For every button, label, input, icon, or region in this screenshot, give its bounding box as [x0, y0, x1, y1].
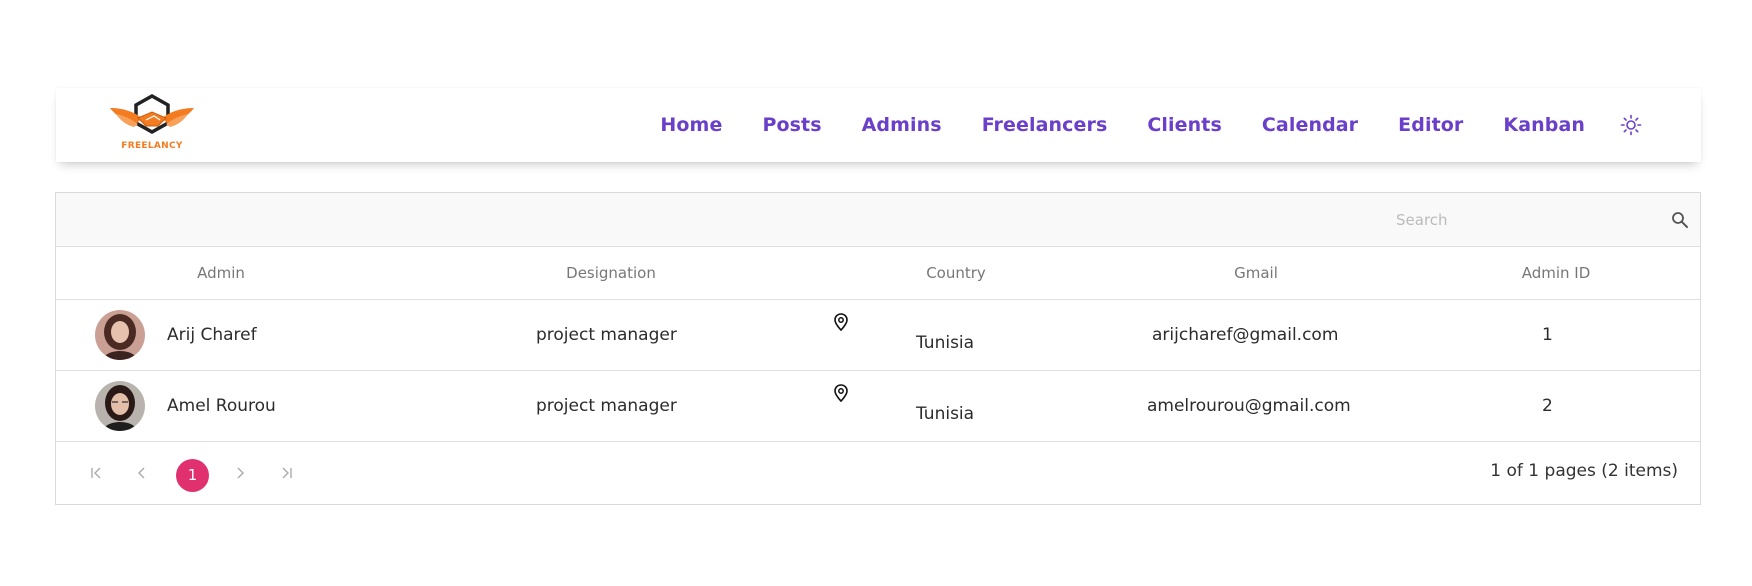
admin-id-cell: 1 — [1542, 325, 1553, 345]
grid-header-row: Admin Designation Country Gmail Admin ID — [56, 247, 1700, 300]
page-number-button[interactable]: 1 — [176, 459, 209, 492]
last-page-icon[interactable] — [274, 460, 300, 486]
search-input[interactable] — [1396, 205, 1656, 235]
gmail-cell: amelrourou@gmail.com — [1147, 396, 1351, 416]
table-row[interactable]: Amel Rourou project manager Tunisia amel… — [56, 371, 1700, 442]
nav-freelancers[interactable]: Freelancers — [982, 114, 1108, 136]
search-icon[interactable] — [1670, 210, 1690, 230]
column-header-gmail[interactable]: Gmail — [1196, 247, 1316, 300]
nav-home[interactable]: Home — [660, 114, 722, 136]
first-page-icon[interactable] — [83, 460, 109, 486]
previous-page-icon[interactable] — [129, 460, 155, 486]
location-pin-icon — [833, 384, 849, 403]
admin-name: Amel Rourou — [167, 396, 276, 416]
nav-posts[interactable]: Posts — [762, 114, 821, 136]
freelancy-logo[interactable]: FREELANCY — [106, 94, 206, 156]
nav-kanban[interactable]: Kanban — [1503, 114, 1585, 136]
column-header-admin[interactable]: Admin — [166, 247, 276, 300]
avatar — [95, 381, 145, 431]
designation-cell: project manager — [536, 325, 677, 345]
grid-toolbar — [56, 193, 1700, 247]
handshake-logo-icon — [110, 94, 194, 135]
sun-icon[interactable] — [1619, 113, 1643, 137]
logo-text: FREELANCY — [121, 141, 183, 151]
country-cell: Tunisia — [916, 333, 975, 353]
column-header-country[interactable]: Country — [896, 247, 1016, 300]
nav-calendar[interactable]: Calendar — [1262, 114, 1358, 136]
nav-editor[interactable]: Editor — [1398, 114, 1463, 136]
next-page-icon[interactable] — [227, 460, 253, 486]
column-header-admin-id[interactable]: Admin ID — [1496, 247, 1616, 300]
gmail-cell: arijcharef@gmail.com — [1152, 325, 1339, 345]
page-info-text: 1 of 1 pages (2 items) — [1490, 461, 1678, 481]
nav-links: Home Posts Admins Freelancers Clients Ca… — [620, 88, 1585, 162]
grid-pager: 1 1 of 1 pages (2 items) — [56, 442, 1700, 504]
top-navbar: FREELANCY Home Posts Admins Freelancers … — [56, 88, 1701, 162]
country-cell: Tunisia — [916, 404, 975, 424]
nav-admins[interactable]: Admins — [862, 114, 942, 136]
admin-id-cell: 2 — [1542, 396, 1553, 416]
admins-data-grid: Admin Designation Country Gmail Admin ID… — [55, 192, 1701, 505]
nav-clients[interactable]: Clients — [1147, 114, 1221, 136]
location-pin-icon — [833, 313, 849, 332]
avatar — [95, 310, 145, 360]
admin-name: Arij Charef — [167, 325, 257, 345]
designation-cell: project manager — [536, 396, 677, 416]
column-header-designation[interactable]: Designation — [536, 247, 686, 300]
table-row[interactable]: Arij Charef project manager Tunisia arij… — [56, 300, 1700, 371]
